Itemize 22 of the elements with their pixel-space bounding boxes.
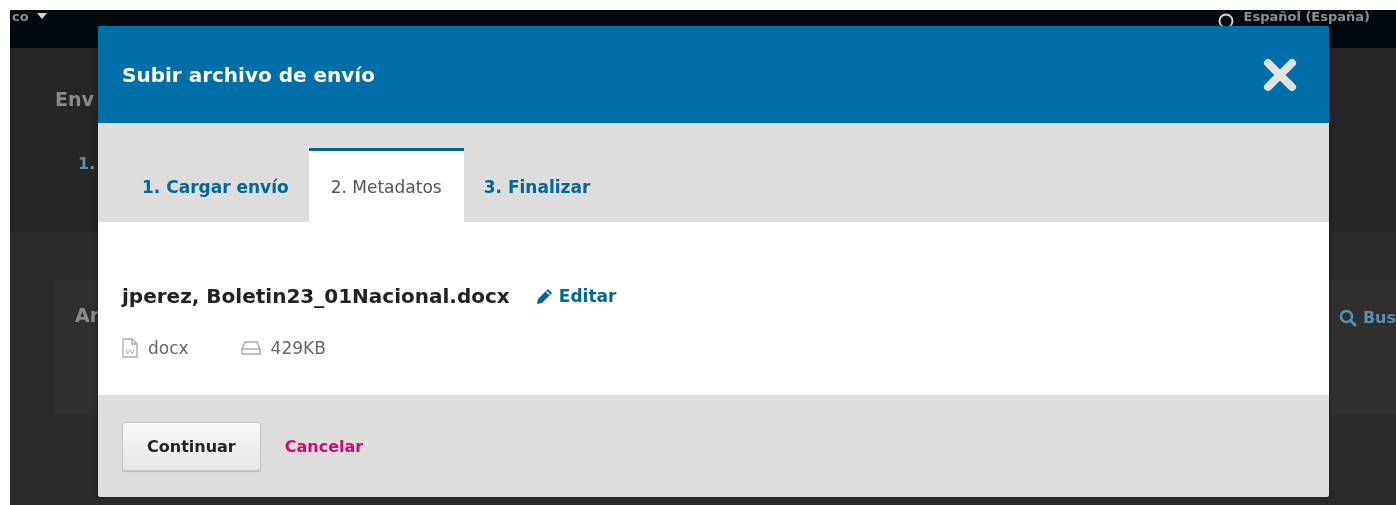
page-heading: Env [55,88,94,110]
drive-icon [240,341,261,355]
edit-link[interactable]: Editar [535,286,617,306]
step-tab[interactable]: 3. Finalizar [463,148,611,222]
search-link[interactable]: Bus [1338,308,1396,327]
dialog-title: Subir archivo de envío [122,62,376,87]
file-size: 429KB [270,338,326,358]
continue-button[interactable]: Continuar [122,421,261,471]
file-name: jperez, Boletin23_01Nacional.docx [122,284,510,308]
close-icon[interactable] [1263,57,1297,92]
menu-label[interactable]: co [12,10,29,24]
word-file-icon [122,338,138,358]
cancel-link[interactable]: Cancelar [284,436,364,456]
caret-icon [36,13,47,19]
page-tab[interactable]: 1. [78,154,96,173]
pencil-icon [535,287,553,305]
search-icon [1338,308,1357,327]
step-tab[interactable]: 1. Cargar envío [122,148,309,222]
file-type: docx [148,338,189,358]
language-menu[interactable]: Español (España) [1243,10,1370,24]
step-tab[interactable]: 2. Metadatos [308,148,464,222]
card-title: Ar [75,304,100,326]
